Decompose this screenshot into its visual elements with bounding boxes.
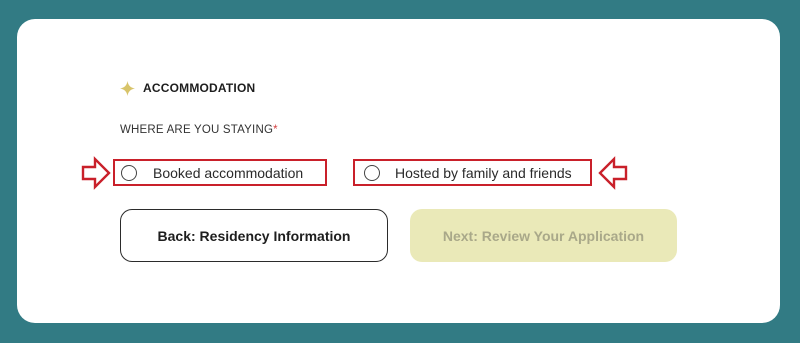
- sparkle-icon: [120, 80, 135, 96]
- radio-option-hosted-by-family[interactable]: Hosted by family and friends: [353, 159, 592, 186]
- question-text: WHERE ARE YOU STAYING: [120, 124, 274, 136]
- next-button[interactable]: Next: Review Your Application: [410, 209, 677, 262]
- radio-button[interactable]: [121, 164, 137, 181]
- question-label: WHERE ARE YOU STAYING*: [120, 124, 278, 136]
- arrow-left-icon: [598, 156, 628, 190]
- radio-option-label: Booked accommodation: [153, 164, 304, 181]
- section-title: ACCOMMODATION: [143, 81, 256, 95]
- arrow-right-icon: [81, 156, 111, 190]
- back-button[interactable]: Back: Residency Information: [120, 209, 388, 262]
- section-heading: ACCOMMODATION: [120, 79, 255, 97]
- radio-option-label: Hosted by family and friends: [395, 164, 572, 181]
- radio-button[interactable]: [364, 164, 380, 181]
- radio-option-booked-accommodation[interactable]: Booked accommodation: [113, 159, 327, 186]
- required-marker: *: [273, 124, 278, 136]
